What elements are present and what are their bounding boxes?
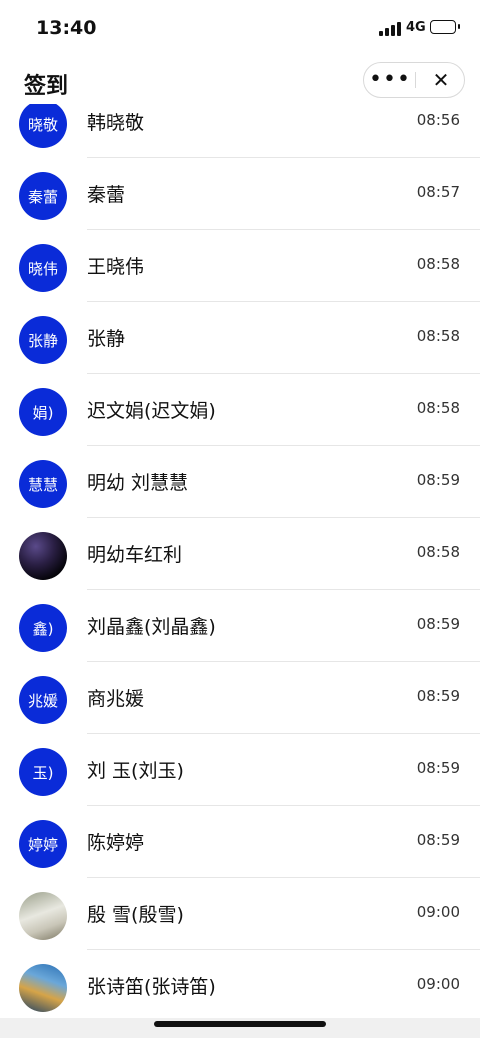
checkin-time: 08:58	[416, 399, 460, 417]
list-item[interactable]: 慧慧 明幼 刘慧慧 08:59	[0, 446, 480, 518]
member-name: 商兆媛	[87, 688, 145, 710]
signal-icon	[379, 22, 403, 36]
member-name: 韩晓敬	[87, 112, 145, 134]
member-name: 张静	[87, 328, 126, 350]
battery-icon	[430, 20, 460, 34]
checkin-time: 08:58	[416, 327, 460, 345]
list-item[interactable]: 殷 雪(殷雪) 09:00	[0, 878, 480, 950]
checkin-time: 08:58	[416, 255, 460, 273]
list-item[interactable]: 兆媛 商兆媛 08:59	[0, 662, 480, 734]
status-time: 13:40	[36, 17, 97, 39]
status-bar: 13:40 4G	[0, 0, 480, 60]
network-type: 4G	[406, 20, 426, 35]
more-icon[interactable]: •••	[364, 63, 416, 97]
checkin-time: 08:59	[416, 687, 460, 705]
page-title: 签到	[24, 74, 69, 99]
checkin-time: 08:59	[416, 759, 460, 777]
avatar: 秦蕾	[19, 172, 67, 220]
list-item[interactable]: 晓伟 王晓伟 08:58	[0, 230, 480, 302]
checkin-time: 08:57	[416, 183, 460, 201]
avatar: 玉)	[19, 748, 67, 796]
member-name: 刘 玉(刘玉)	[87, 760, 184, 782]
checkin-time: 09:00	[416, 903, 460, 921]
list-item[interactable]: 娟) 迟文娟(迟文娟) 08:58	[0, 374, 480, 446]
avatar: 娟)	[19, 388, 67, 436]
avatar-photo	[19, 532, 67, 580]
checkin-time: 08:56	[416, 111, 460, 129]
member-name: 陈婷婷	[87, 832, 145, 854]
list-item[interactable]: 明幼车红利 08:58	[0, 518, 480, 590]
member-name: 迟文娟(迟文娟)	[87, 400, 216, 422]
avatar: 慧慧	[19, 460, 67, 508]
avatar: 张静	[19, 316, 67, 364]
avatar: 晓伟	[19, 244, 67, 292]
list-item[interactable]: 张诗笛(张诗笛) 09:00	[0, 950, 480, 1016]
checkin-time: 08:58	[416, 543, 460, 561]
list-item[interactable]: 张静 张静 08:58	[0, 302, 480, 374]
capsule-divider	[415, 72, 416, 88]
avatar-photo	[19, 892, 67, 940]
avatar: 鑫)	[19, 604, 67, 652]
checkin-time: 08:59	[416, 471, 460, 489]
member-name: 明幼车红利	[87, 544, 183, 566]
list-item[interactable]: 秦蕾 秦蕾 08:57	[0, 158, 480, 230]
close-icon[interactable]: ✕	[417, 63, 465, 97]
member-name: 王晓伟	[87, 256, 145, 278]
list-item[interactable]: 玉) 刘 玉(刘玉) 08:59	[0, 734, 480, 806]
checkin-time: 09:00	[416, 975, 460, 993]
member-name: 殷 雪(殷雪)	[87, 904, 184, 926]
nav-header: 签到 ••• ✕	[0, 60, 480, 104]
mini-program-capsule: ••• ✕	[363, 62, 465, 98]
avatar-photo	[19, 964, 67, 1012]
avatar: 兆媛	[19, 676, 67, 724]
avatar: 晓敬	[19, 100, 67, 148]
home-indicator[interactable]	[154, 1021, 326, 1027]
checkin-time: 08:59	[416, 831, 460, 849]
list-item[interactable]: 鑫) 刘晶鑫(刘晶鑫) 08:59	[0, 590, 480, 662]
member-name: 张诗笛(张诗笛)	[87, 976, 216, 998]
list-item[interactable]: 婷婷 陈婷婷 08:59	[0, 806, 480, 878]
checkin-time: 08:59	[416, 615, 460, 633]
avatar: 婷婷	[19, 820, 67, 868]
member-name: 明幼 刘慧慧	[87, 472, 189, 494]
member-name: 刘晶鑫(刘晶鑫)	[87, 616, 216, 638]
checkin-list[interactable]: 晓敬 韩晓敬 08:56 秦蕾 秦蕾 08:57 晓伟 王晓伟 08:58 张静…	[0, 86, 480, 1016]
member-name: 秦蕾	[87, 184, 126, 206]
